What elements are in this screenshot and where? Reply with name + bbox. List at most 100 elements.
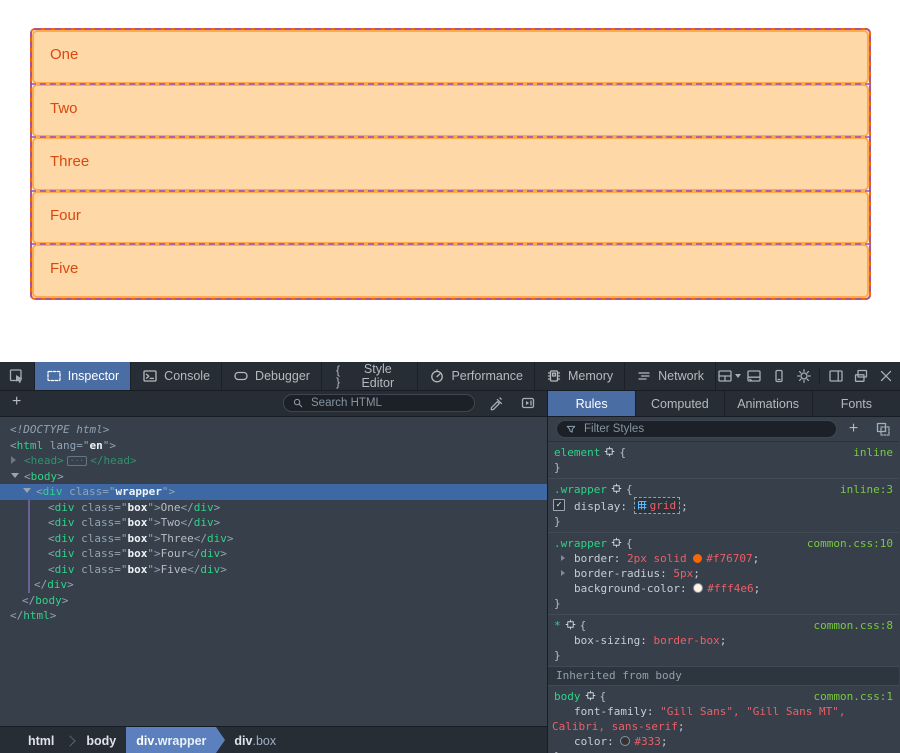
breadcrumb-item-div.wrapper[interactable]: div.wrapper <box>126 727 216 753</box>
markup-line[interactable]: <html lang="en"> <box>0 438 547 454</box>
expand-arrow-icon[interactable] <box>11 456 16 464</box>
markup-token: > <box>220 547 227 560</box>
collapse-arrow-icon[interactable] <box>11 473 19 478</box>
highlight-element-icon[interactable] <box>604 446 615 457</box>
markup-token: Five <box>161 563 188 576</box>
rule-selector[interactable]: body <box>554 690 581 703</box>
rule-selector[interactable]: .wrapper <box>554 537 607 550</box>
tab-rules[interactable]: Rules <box>548 391 636 416</box>
declaration-checkbox[interactable]: ✓ <box>553 499 565 511</box>
markup-line[interactable]: <div class="box">Three</div> <box>0 531 547 547</box>
split-console-button[interactable] <box>741 363 766 389</box>
markup-token: lang=" <box>43 439 89 452</box>
close-button[interactable] <box>873 363 898 389</box>
tab-inspector[interactable]: Inspector <box>35 362 131 390</box>
search-html-input[interactable] <box>309 396 466 410</box>
rule-selector[interactable]: .wrapper <box>554 483 607 496</box>
sidebar-toggle-button[interactable] <box>823 363 848 389</box>
breadcrumb-item-div.box[interactable]: div.box <box>224 727 286 753</box>
filter-styles-box <box>556 420 837 438</box>
property-name: border-radius: <box>574 567 673 580</box>
highlight-element-icon[interactable] <box>585 690 596 701</box>
collapsed-content-icon[interactable]: ··· <box>67 456 87 466</box>
rule-selector[interactable]: element <box>554 446 600 459</box>
markup-line[interactable]: <div class="box">Four</div> <box>0 546 547 562</box>
markup-token: div <box>55 501 75 514</box>
markup-line[interactable]: <div class="box">One</div> <box>0 500 547 516</box>
add-node-button[interactable]: + <box>6 392 27 412</box>
markup-line[interactable]: </div> <box>0 577 547 593</box>
pick-element-button[interactable] <box>0 362 35 390</box>
rules-pane: + element{inline}.wrapper{inline:3✓displ… <box>548 417 899 753</box>
property-value: grid <box>650 498 677 513</box>
stylesheet-link[interactable]: common.css:10 <box>807 536 893 551</box>
settings-button[interactable] <box>791 363 816 389</box>
color-swatch[interactable] <box>693 554 702 563</box>
stylesheet-link[interactable]: common.css:8 <box>814 618 893 633</box>
markup-token: > <box>154 501 161 514</box>
markup-token: body <box>31 470 58 483</box>
markup-toolbar: + <box>0 391 548 416</box>
markup-line[interactable]: <div class="box">Five</div> <box>0 562 547 578</box>
breadcrumb-item-body[interactable]: body <box>76 727 126 753</box>
pop-windows-button[interactable] <box>848 363 873 389</box>
add-rule-button[interactable]: + <box>841 417 866 442</box>
color-swatch[interactable] <box>620 736 630 746</box>
markup-token: < <box>36 485 43 498</box>
markup-line[interactable]: <head>···</head> <box>0 453 547 469</box>
value-wrap-line: Calibri, sans-serif; <box>552 719 899 734</box>
tab-network[interactable]: Network <box>625 362 716 390</box>
tab-label: Console <box>164 369 210 383</box>
grid-highlighter-toggle[interactable]: grid <box>634 497 681 514</box>
highlight-element-icon[interactable] <box>565 619 576 630</box>
markup-line[interactable]: <div class="box">Two</div> <box>0 515 547 531</box>
tab-debugger[interactable]: Debugger <box>222 362 322 390</box>
breadcrumb-separator-icon <box>65 735 76 746</box>
expand-pane-button[interactable] <box>516 392 540 414</box>
highlight-element-icon[interactable] <box>611 537 622 548</box>
expand-shorthand-icon[interactable] <box>561 555 565 561</box>
stylesheet-link[interactable]: inline:3 <box>840 482 893 497</box>
toolbar-separator <box>819 368 820 384</box>
rule-selector[interactable]: * <box>554 619 561 632</box>
sidebar-toggle-icon <box>828 368 844 384</box>
markup-line[interactable]: <body> <box>0 469 547 485</box>
tab-style-editor[interactable]: { }Style Editor <box>322 362 418 390</box>
color-swatch[interactable] <box>693 583 703 593</box>
markup-token: div <box>55 547 75 560</box>
dropdown-caret-icon <box>735 374 741 378</box>
tab-memory[interactable]: Memory <box>535 362 625 390</box>
rule-close-brace: } <box>548 514 899 529</box>
collapse-arrow-icon[interactable] <box>23 488 31 493</box>
tab-animations[interactable]: Animations <box>725 391 813 416</box>
tab-performance[interactable]: Performance <box>418 362 535 390</box>
tab-console[interactable]: Console <box>131 362 222 390</box>
grid-wrapper: OneTwoThreeFourFive <box>30 28 871 300</box>
tab-computed[interactable]: Computed <box>636 391 724 416</box>
markup-line[interactable]: <!DOCTYPE html> <box>0 422 547 438</box>
breadcrumb-item-html[interactable]: html <box>18 727 64 753</box>
markup-token: Four <box>161 547 188 560</box>
markup-token: > <box>50 609 57 622</box>
markup-line[interactable]: </body> <box>0 593 547 609</box>
dock-side-button[interactable] <box>716 363 741 389</box>
markup-line[interactable]: </html> <box>0 608 547 624</box>
rule-selector-line: .wrapper{common.css:10 <box>548 536 899 551</box>
eyedropper-button[interactable] <box>484 392 508 414</box>
highlight-element-icon[interactable] <box>611 483 622 494</box>
responsive-mode-button[interactable] <box>766 363 791 389</box>
filter-styles-input[interactable] <box>582 422 828 436</box>
icon-memory <box>546 368 562 384</box>
stylesheet-link[interactable]: common.css:1 <box>814 689 893 704</box>
expand-shorthand-icon[interactable] <box>561 570 565 576</box>
pseudo-class-button[interactable] <box>870 417 895 442</box>
devtools-content: <!DOCTYPE html><html lang="en"><head>···… <box>0 417 900 753</box>
tab-fonts[interactable]: Fonts <box>813 391 900 416</box>
markup-line[interactable]: <div class="wrapper"> <box>0 484 547 500</box>
markup-view: <!DOCTYPE html><html lang="en"><head>···… <box>0 417 547 726</box>
markup-token: en <box>89 439 102 452</box>
markup-token: ; <box>693 567 700 580</box>
stylesheet-link[interactable]: inline <box>853 445 893 460</box>
markup-token: < <box>48 516 55 529</box>
markup-token: > <box>154 532 161 545</box>
